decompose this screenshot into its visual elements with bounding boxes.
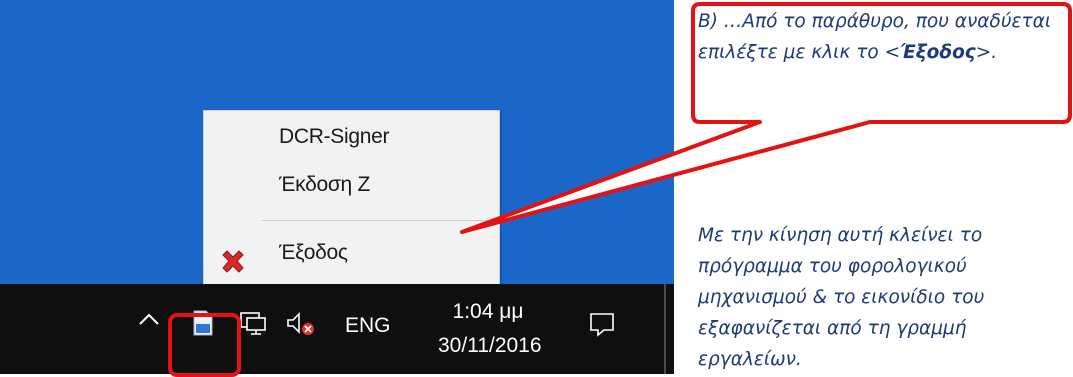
clock-date[interactable]: 30/11/2016	[438, 334, 542, 358]
menu-separator	[262, 220, 487, 221]
side-note: Με την κίνηση αυτή κλείνει το πρόγραμμα …	[698, 225, 985, 370]
menu-item-exit[interactable]: Έξοδος	[279, 241, 348, 265]
network-icon[interactable]	[238, 311, 268, 335]
red-x-icon	[222, 250, 244, 273]
screenshot: DCR-Signer Έκδοση Ζ Έξοδος ENG 1:04 μμ 3…	[0, 0, 674, 374]
notification-icon[interactable]	[589, 311, 615, 337]
taskbar: ENG 1:04 μμ 30/11/2016	[0, 284, 674, 374]
language-indicator[interactable]: ENG	[345, 314, 391, 338]
document-app-icon[interactable]	[193, 310, 213, 336]
callout-instruction: Β) …Από το παράθυρο, που αναδύεται επιλέ…	[698, 11, 1052, 63]
chevron-up-icon[interactable]	[136, 306, 162, 332]
menu-item-dcr-signer[interactable]: DCR-Signer	[279, 125, 390, 149]
clock-time[interactable]: 1:04 μμ	[440, 300, 536, 324]
tray-context-menu: DCR-Signer Έκδοση Ζ Έξοδος	[203, 110, 500, 288]
callout-bold-label: Έξοδος	[900, 42, 976, 63]
volume-muted-icon[interactable]	[286, 311, 316, 337]
menu-item-issue-z[interactable]: Έκδοση Ζ	[279, 173, 370, 197]
show-desktop-strip[interactable]	[664, 284, 666, 374]
